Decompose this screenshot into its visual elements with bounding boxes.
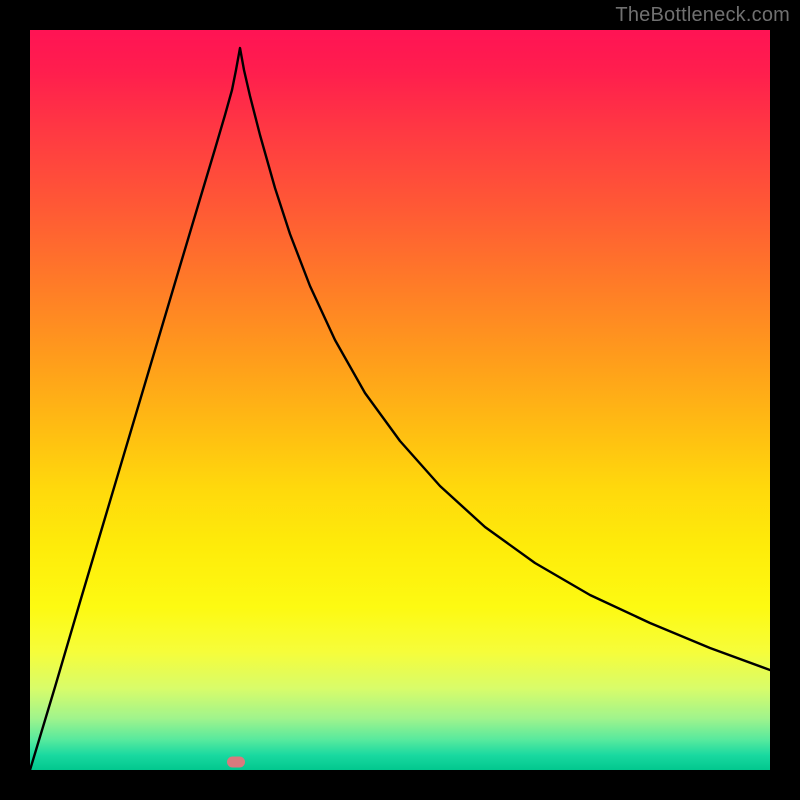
chart-frame: TheBottleneck.com: [0, 0, 800, 800]
optimal-point-marker: [227, 757, 245, 768]
watermark-label: TheBottleneck.com: [615, 4, 790, 27]
bottleneck-curve: [30, 48, 770, 770]
plot-area: [30, 30, 770, 770]
curve-svg: [30, 30, 770, 770]
